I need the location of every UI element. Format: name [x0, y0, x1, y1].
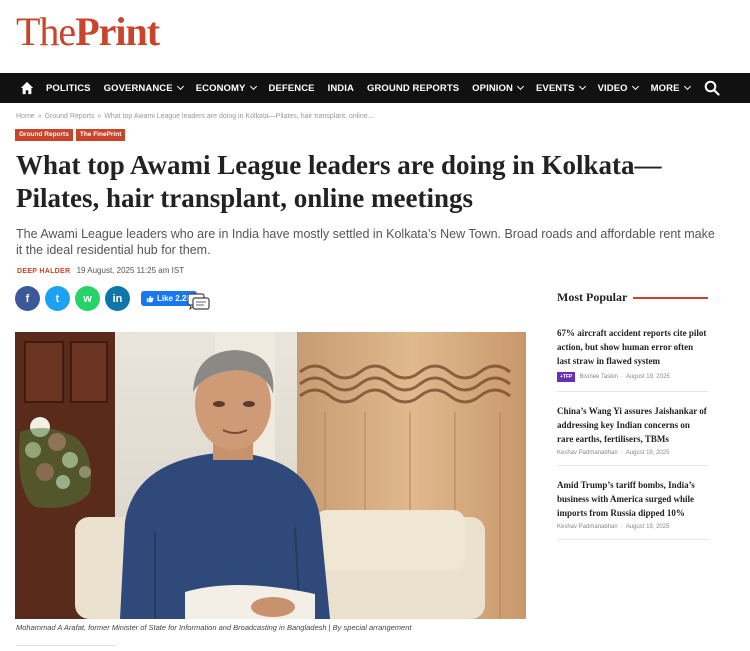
chevron-down-icon	[516, 82, 525, 91]
popular-story-date: August 19, 2025	[625, 450, 670, 456]
nav-item-label: GROUND REPORTS	[366, 82, 460, 94]
popular-story[interactable]: China’s Wang Yi assures Jaishankar of ad…	[557, 404, 708, 466]
nav-item-label: INDIA	[327, 82, 354, 94]
nav-item-label: ECONOMY	[195, 82, 246, 94]
nav-item-video[interactable]: VIDEO	[597, 82, 639, 94]
fineprint-badge: +TFP	[557, 372, 576, 382]
author-link[interactable]: DEEP HALDER	[17, 268, 70, 275]
share-bar: f t w in Like 2.2K	[15, 286, 198, 311]
nav-item-label: MORE	[650, 82, 680, 94]
breadcrumb-separator: »	[97, 113, 102, 120]
chevron-down-icon	[631, 82, 639, 91]
popular-story-date: August 19, 2025	[625, 524, 670, 530]
category-tags: Ground Reports The FinePrint	[15, 129, 126, 141]
nav-item-defence[interactable]: DEFENCE	[269, 83, 315, 94]
breadcrumb-separator: »	[37, 113, 42, 120]
twitter-icon: t	[55, 292, 60, 305]
publish-date: 19 August, 2025 11:25 am IST	[76, 266, 185, 275]
nav-item-label: POLITICS	[46, 82, 91, 94]
breadcrumb-home[interactable]: Home	[16, 113, 35, 120]
linkedin-share-button[interactable]: in	[105, 286, 130, 311]
nav-item-label: OPINION	[472, 82, 513, 94]
popular-story-meta: Keshav Padmanabhan · August 19, 2025	[557, 524, 708, 530]
comment-icon[interactable]	[187, 293, 211, 313]
nav-item-economy[interactable]: ECONOMY	[195, 82, 257, 94]
facebook-icon: f	[25, 292, 30, 305]
nav-item-label: GOVERNANCE	[103, 82, 173, 94]
site-logo[interactable]: ThePrint	[16, 8, 160, 55]
home-icon[interactable]	[20, 81, 34, 95]
breadcrumb: Home» Ground Reports» What top Awami Leagu…	[16, 113, 373, 120]
nav-item-label: VIDEO	[597, 82, 628, 94]
facebook-share-button[interactable]: f	[15, 286, 40, 311]
nav-item-politics[interactable]: POLITICS	[46, 83, 91, 94]
most-popular-heading: Most Popular	[557, 290, 708, 305]
nav-item-governance[interactable]: GOVERNANCE	[103, 82, 184, 94]
nav-item-opinion[interactable]: OPINION	[472, 82, 525, 94]
popular-story-meta: Keshav Padmanabhan · August 19, 2025	[557, 450, 708, 456]
popular-story[interactable]: 67% aircraft accident reports cite pilot…	[557, 326, 708, 392]
nav-item-events[interactable]: EVENTS	[536, 82, 586, 94]
divider	[16, 645, 116, 646]
most-popular-title: Most Popular	[557, 290, 628, 304]
popular-story-author[interactable]: Keshav Padmanabhan	[557, 450, 618, 456]
popular-story-title[interactable]: China’s Wang Yi assures Jaishankar of ad…	[557, 404, 708, 446]
nav-item-label: DEFENCE	[268, 82, 315, 94]
byline: DEEP HALDER 19 August, 2025 11:25 am IST	[17, 266, 184, 275]
chevron-down-icon	[176, 82, 184, 91]
chevron-down-icon	[683, 82, 691, 91]
meta-separator: ·	[620, 450, 623, 456]
popular-story-title[interactable]: 67% aircraft accident reports cite pilot…	[557, 326, 708, 368]
chevron-down-icon	[578, 82, 586, 91]
nav-item-more[interactable]: MORE	[650, 82, 691, 94]
thumbs-up-icon	[146, 295, 154, 302]
whatsapp-share-button[interactable]: w	[75, 286, 100, 311]
article-headline: What top Awami League leaders are doing …	[16, 150, 662, 213]
breadcrumb-section[interactable]: Ground Reports	[45, 113, 95, 120]
linkedin-icon: in	[112, 292, 123, 305]
search-icon[interactable]	[704, 80, 720, 96]
portrait-photo	[15, 332, 526, 619]
nav-item-india[interactable]: INDIA	[328, 83, 354, 94]
twitter-share-button[interactable]: t	[45, 286, 70, 311]
nav-item-label: EVENTS	[536, 82, 575, 94]
tag-fineprint[interactable]: The FinePrint	[75, 129, 126, 141]
popular-story-meta: +TFP Bismee Taskin · August 19, 2025	[557, 372, 708, 382]
article-hero-image	[15, 332, 526, 619]
popular-story-date: August 19, 2025	[625, 374, 670, 380]
image-caption: Mohammad A Arafat, former Minister of St…	[16, 623, 412, 632]
breadcrumb-current: What top Awami League leaders are doing …	[104, 113, 374, 120]
heading-rule	[633, 297, 708, 299]
popular-story[interactable]: Amid Trump’s tariff bombs, India’s busin…	[557, 478, 708, 540]
popular-story-title[interactable]: Amid Trump’s tariff bombs, India’s busin…	[557, 478, 708, 520]
meta-separator: ·	[620, 524, 623, 530]
popular-story-author[interactable]: Bismee Taskin	[579, 374, 618, 380]
whatsapp-icon: w	[83, 292, 92, 305]
meta-separator: ·	[620, 374, 623, 380]
tag-ground-reports[interactable]: Ground Reports	[15, 129, 73, 141]
chevron-down-icon	[249, 82, 257, 91]
nav-item-ground-reports[interactable]: GROUND REPORTS	[367, 83, 459, 94]
article-dek: The Awami League leaders who are in Indi…	[16, 227, 715, 257]
logo-print: Print	[75, 9, 160, 54]
logo-the: The	[16, 9, 76, 54]
main-nav: POLITICS GOVERNANCE ECONOMY DEFENCE INDIA GRO…	[0, 73, 750, 103]
most-popular-sidebar: Most Popular 67% aircraft accident repor…	[557, 290, 708, 540]
popular-story-author[interactable]: Keshav Padmanabhan	[557, 524, 618, 530]
